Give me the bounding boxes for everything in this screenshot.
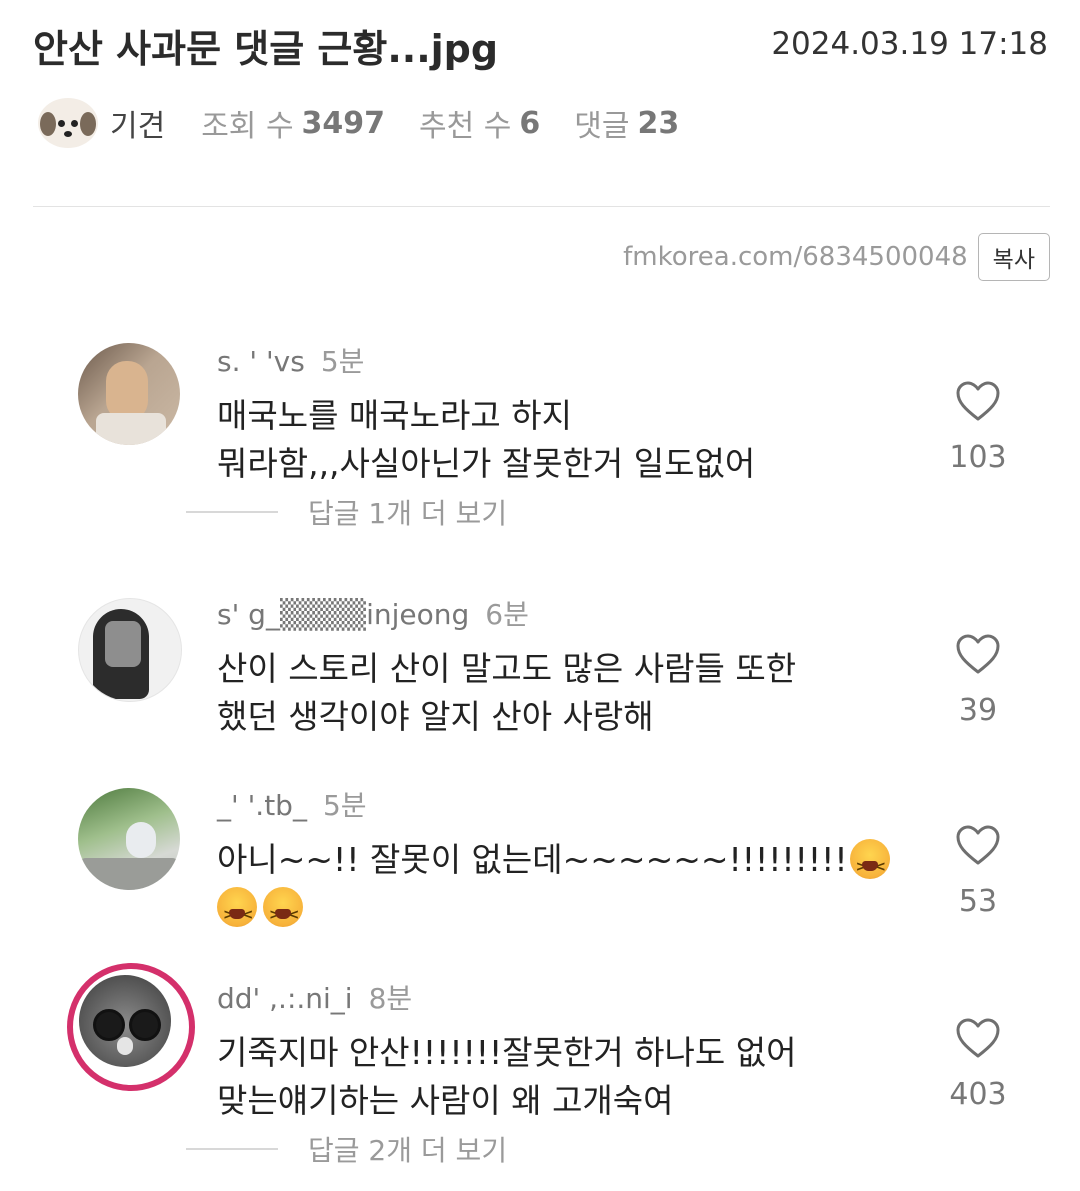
- comment-time: 5분: [322, 789, 367, 822]
- comment-line: 뭐라함,,,사실아닌가 잘못한거 일도없어: [217, 444, 756, 483]
- author-avatar[interactable]: [38, 98, 98, 148]
- heart-icon[interactable]: [955, 1017, 1001, 1059]
- heart-icon[interactable]: [955, 824, 1001, 866]
- comment-username[interactable]: s. ' 'vs: [217, 345, 305, 378]
- comments-count: 23: [637, 105, 680, 141]
- view-replies[interactable]: 답글 1개 더 보기: [186, 492, 507, 532]
- commenter-avatar[interactable]: [78, 343, 180, 445]
- post-meta: 기견 조회 수 3497 추천 수 6 댓글 23: [38, 95, 713, 151]
- replies-line: [186, 1148, 278, 1150]
- comment-text: 기죽지마 안산!!!!!!!잘못한거 하나도 없어 맞는얘기하는 사람이 왜 고…: [217, 1029, 897, 1125]
- comment-line: [217, 884, 897, 939]
- comment-username[interactable]: s' g_▒▒▒▒injeong: [217, 598, 469, 631]
- like-count: 53: [958, 884, 998, 919]
- views-count: 3497: [301, 105, 386, 141]
- like-count: 403: [949, 1077, 1007, 1112]
- view-replies-label[interactable]: 답글 2개 더 보기: [308, 1129, 507, 1169]
- url-row: fmkorea.com/6834500048 복사: [623, 233, 1050, 281]
- like-count: 39: [958, 693, 998, 728]
- comment-username[interactable]: dd' ,.:.ni_i: [217, 982, 353, 1015]
- comment-line-text: 아니~~!! 잘못이 없는데~~~~~~!!!!!!!!!: [217, 840, 848, 879]
- comment-text: 아니~~!! 잘못이 없는데~~~~~~!!!!!!!!!: [217, 836, 897, 939]
- comment-text: 산이 스토리 산이 말고도 많은 사람들 또한 했던 생각이야 알지 산아 사랑…: [217, 645, 897, 741]
- comment-time: 8분: [368, 982, 413, 1015]
- author-name[interactable]: 기견: [110, 101, 165, 145]
- comment-header: s' g_▒▒▒▒injeong 6분: [217, 593, 529, 633]
- post-date: 2024.03.19 17:18: [771, 26, 1048, 62]
- comment-username[interactable]: _' '.tb_: [217, 789, 307, 822]
- comment-line: 했던 생각이야 알지 산아 사랑해: [217, 697, 654, 736]
- copy-url-button[interactable]: 복사: [977, 233, 1050, 281]
- comment-time: 5분: [320, 345, 365, 378]
- recommend-label: 추천 수: [419, 109, 512, 144]
- views-label: 조회 수: [201, 109, 294, 144]
- view-replies[interactable]: 답글 2개 더 보기: [186, 1129, 507, 1169]
- heart-icon[interactable]: [955, 633, 1001, 675]
- replies-line: [186, 511, 278, 513]
- commenter-avatar-story[interactable]: [67, 963, 195, 1091]
- comment-header: _' '.tb_ 5분: [217, 784, 367, 824]
- tired-face-emoji: [217, 887, 257, 939]
- post-title: 안산 사과문 댓글 근황...jpg: [33, 27, 499, 71]
- commenter-avatar[interactable]: [78, 598, 182, 702]
- view-replies-label[interactable]: 답글 1개 더 보기: [308, 492, 507, 532]
- comment-time: 6분: [485, 598, 529, 631]
- recommend-count: 6: [519, 105, 541, 141]
- cat-avatar-image: [79, 975, 171, 1067]
- comment-line: 산이 스토리 산이 말고도 많은 사람들 또한: [217, 649, 797, 688]
- heart-icon[interactable]: [955, 380, 1001, 422]
- tired-face-emoji: [263, 887, 303, 939]
- comment-text: 매국노를 매국노라고 하지 뭐라함,,,사실아닌가 잘못한거 일도없어: [217, 392, 897, 488]
- comment-header: s. ' 'vs 5분: [217, 340, 364, 380]
- post-url[interactable]: fmkorea.com/6834500048: [623, 242, 968, 272]
- comment-header: dd' ,.:.ni_i 8분: [217, 977, 412, 1017]
- comments-label: 댓글: [574, 109, 630, 144]
- comment-line: 매국노를 매국노라고 하지: [217, 396, 572, 435]
- like-count: 103: [949, 440, 1007, 475]
- tired-face-emoji: [849, 839, 890, 891]
- comment-line: 맞는얘기하는 사람이 왜 고개숙여: [217, 1081, 674, 1120]
- comment-line: 기죽지마 안산!!!!!!!잘못한거 하나도 없어: [217, 1033, 797, 1072]
- commenter-avatar[interactable]: [78, 788, 180, 890]
- header-divider: [33, 206, 1050, 207]
- comment-line: 아니~~!! 잘못이 없는데~~~~~~!!!!!!!!!: [217, 836, 897, 891]
